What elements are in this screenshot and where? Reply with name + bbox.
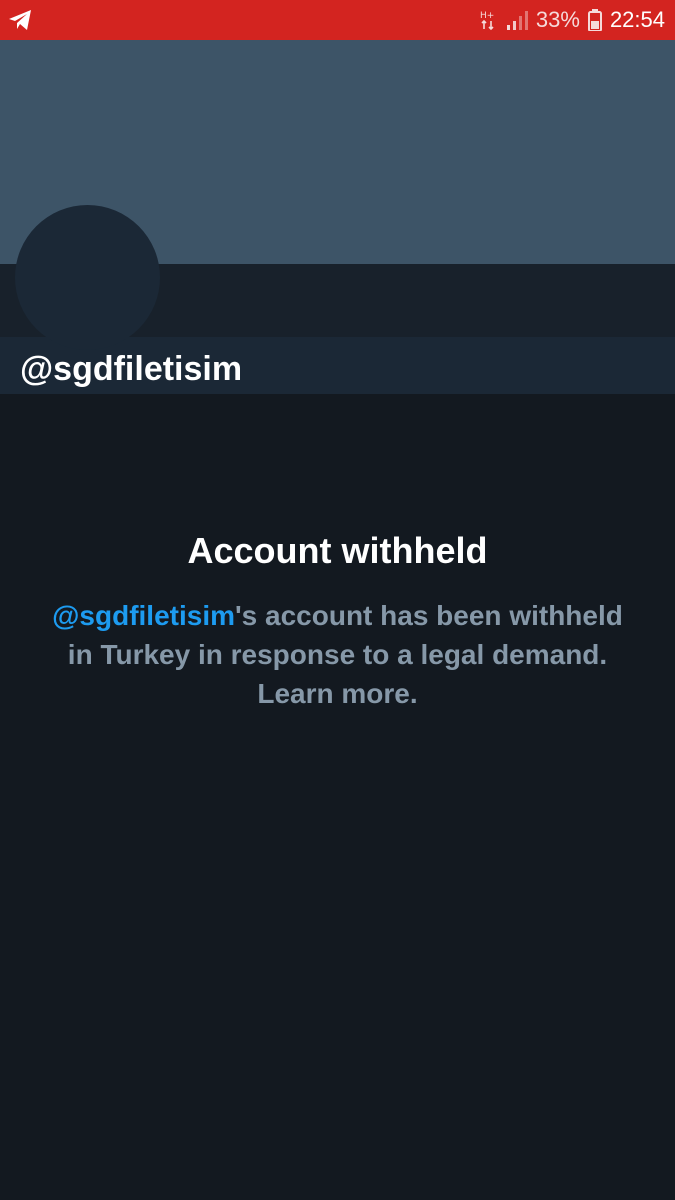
learn-more-link[interactable]: Learn more. xyxy=(257,678,417,709)
profile-handle: @sgdfiletisim xyxy=(20,350,243,388)
withheld-message: @sgdfiletisim's account has been withhel… xyxy=(47,596,628,713)
avatar xyxy=(15,205,160,350)
clock: 22:54 xyxy=(609,7,665,32)
svg-text:H+: H+ xyxy=(480,11,494,21)
withheld-title: Account withheld xyxy=(187,530,488,571)
status-bar: H+ 33% 22:54 xyxy=(0,0,675,40)
battery-percent: 33% xyxy=(535,7,580,32)
battery-icon xyxy=(587,9,602,31)
status-indicators: H+ 33% 22:54 xyxy=(480,0,665,40)
signal-icon xyxy=(506,11,528,30)
mobile-data-icon: H+ xyxy=(480,11,494,31)
telegram-icon xyxy=(9,10,31,30)
mention-link[interactable]: @sgdfiletisim xyxy=(52,600,235,631)
